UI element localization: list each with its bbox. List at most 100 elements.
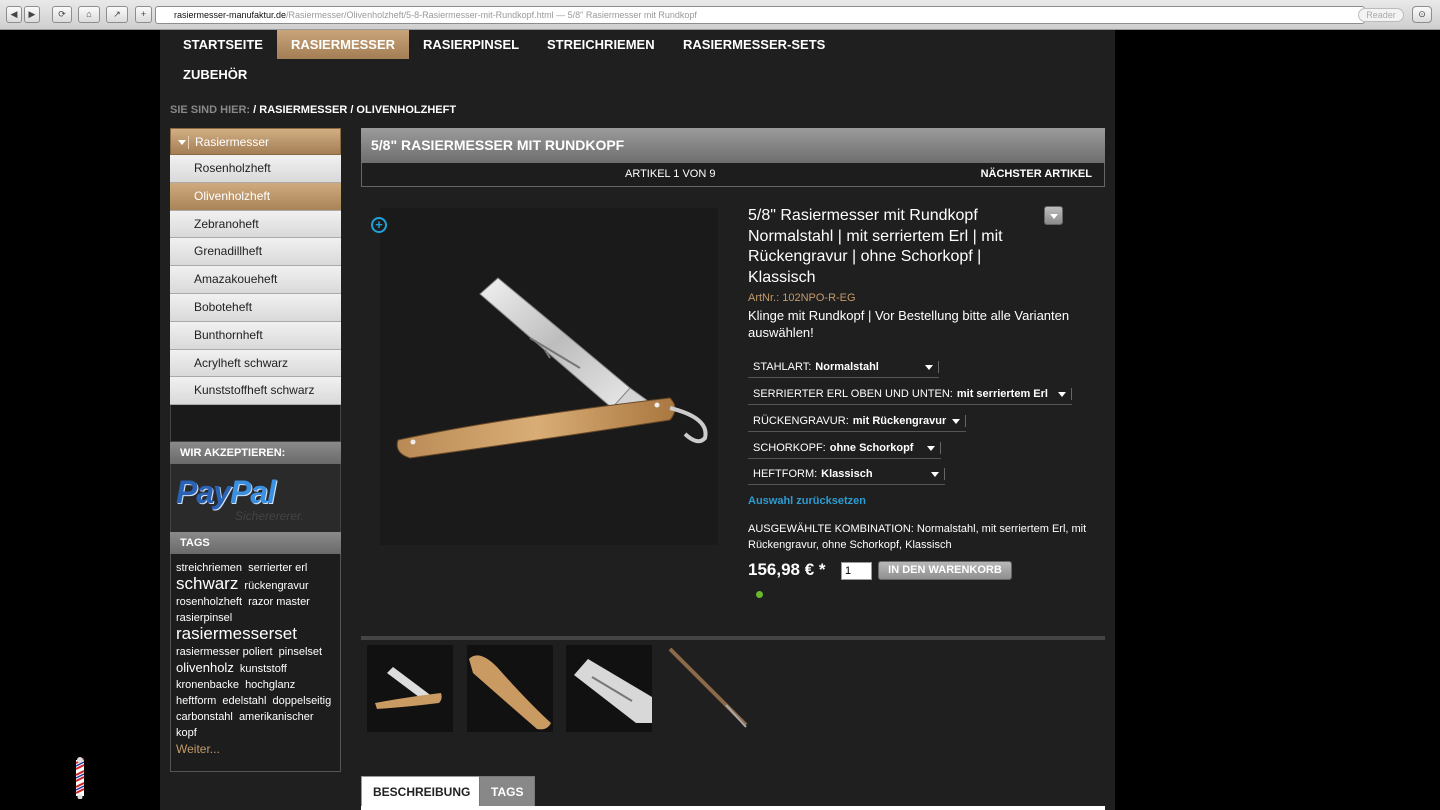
divider (943, 468, 945, 481)
divider (940, 442, 942, 455)
thumbnail-divider (361, 636, 1105, 640)
variant-value: mit Rückengravur (852, 415, 947, 427)
variant-serrierter-erl[interactable]: SERRIERTER ERL OBEN UND UNTEN: mit serrie… (748, 383, 1072, 405)
reset-selection-link[interactable]: Auswahl zurücksetzen (748, 495, 866, 507)
nav-streichriemen[interactable]: STREICHRIEMEN (547, 30, 655, 59)
variant-value: ohne Schorkopf (829, 442, 914, 454)
variant-value: Normalstahl (815, 361, 879, 373)
tag-link[interactable]: carbonstahl (176, 711, 233, 723)
paypal-box: PayPal Sicherererer. (170, 464, 341, 533)
dropdown-arrow-icon (924, 364, 933, 370)
reload-icon[interactable]: ⟳ (52, 6, 72, 23)
tag-link[interactable]: olivenholz (176, 660, 234, 675)
browser-toolbar: ◀ ▶ ⟳ ⌂ ↗ + rasiermesser-manufaktur.de/R… (0, 0, 1440, 30)
paypal-pay: Pay (176, 474, 231, 511)
forward-icon[interactable]: ▶ (24, 6, 40, 23)
chevron-down-icon[interactable] (1044, 206, 1063, 225)
divider (748, 404, 1072, 405)
sidebar-item-olivenholzheft[interactable]: Olivenholzheft (170, 182, 341, 211)
tags-head: TAGS (170, 532, 341, 555)
zoom-icon[interactable]: + (371, 217, 387, 233)
tag-link[interactable]: razor master (248, 596, 310, 608)
breadcrumb: SIE SIND HIER: / RASIERMESSER / OLIVENHO… (170, 104, 456, 116)
tag-link[interactable]: schwarz (176, 574, 238, 593)
tag-list: streichriemen serrierter erl schwarz rüc… (176, 560, 335, 741)
nav-rasierpinsel[interactable]: RASIERPINSEL (423, 30, 519, 59)
quantity-input[interactable] (841, 562, 872, 580)
variant-label: STAHLART: (753, 361, 812, 373)
nav-zubehoer[interactable]: ZUBEHÖR (183, 60, 247, 89)
sidebar-item-boboteheft[interactable]: Boboteheft (170, 293, 341, 322)
sidebar-item-rosenholzheft[interactable]: Rosenholzheft (170, 155, 341, 183)
dropdown-arrow-icon (1057, 391, 1066, 397)
tab-content-edge (361, 806, 1105, 810)
paypal-pal: Pal (229, 474, 276, 511)
sidebar-spacer (170, 405, 341, 443)
tag-link[interactable]: heftform (176, 695, 216, 707)
add-to-cart-button[interactable]: IN DEN WARENKORB (878, 561, 1012, 580)
divider (748, 377, 939, 378)
nav-rasiermesser[interactable]: RASIERMESSER (277, 30, 410, 59)
thumbnail-4[interactable] (666, 645, 752, 732)
variant-stahlart[interactable]: STAHLART: Normalstahl (748, 356, 939, 378)
tab-beschreibung[interactable]: BESCHREIBUNG (361, 776, 483, 807)
url-bar[interactable]: rasiermesser-manufaktur.de/Rasiermesser/… (155, 6, 1365, 24)
next-article-link[interactable]: NÄCHSTER ARTIKEL (981, 163, 1092, 185)
url-domain: rasiermesser-manufaktur.de (174, 10, 287, 20)
reader-button[interactable]: Reader (1358, 8, 1404, 22)
breadcrumb-label: SIE SIND HIER: (170, 104, 251, 116)
breadcrumb-path[interactable]: / RASIERMESSER / OLIVENHOLZHEFT (250, 104, 456, 116)
tag-link[interactable]: pinselset (279, 646, 322, 658)
tag-link[interactable]: doppelseitig (273, 695, 332, 707)
variant-label: SERRIERTER ERL OBEN UND UNTEN: (753, 388, 953, 400)
nav-rasiermesser-sets[interactable]: RASIERMESSER-SETS (683, 30, 825, 59)
sidebar-item-zebranoheft[interactable]: Zebranoheft (170, 210, 341, 239)
article-count: ARTIKEL 1 VON 9 (625, 168, 716, 180)
divider (748, 458, 942, 459)
product-image[interactable] (380, 208, 718, 545)
barber-pole-icon[interactable] (74, 757, 86, 799)
variant-heftform[interactable]: HEFTFORM: Klassisch (748, 463, 945, 485)
availability-dot-icon (756, 591, 763, 598)
tag-cloud: streichriemen serrierter erl schwarz rüc… (170, 554, 341, 773)
back-icon[interactable]: ◀ (6, 6, 22, 23)
tab-tags[interactable]: TAGS (479, 776, 536, 807)
tag-link[interactable]: rückengravur (244, 580, 308, 592)
tags-more-link[interactable]: Weiter... (176, 741, 335, 757)
tag-link[interactable]: edelstahl (222, 695, 266, 707)
thumbnail-1[interactable] (367, 645, 453, 732)
sidebar-item-kunststoffheft[interactable]: Kunststoffheft schwarz (170, 377, 341, 406)
tag-link[interactable]: serrierter erl (248, 562, 307, 574)
share-icon[interactable]: ↗ (106, 6, 128, 23)
tag-link[interactable]: rasiermesser poliert (176, 646, 273, 658)
dropdown-arrow-icon (927, 445, 936, 451)
sidebar-item-amazakoueheft[interactable]: Amazakoueheft (170, 266, 341, 294)
nav-startseite[interactable]: STARTSEITE (183, 30, 263, 59)
thumbnail-2[interactable] (467, 645, 553, 732)
price: 156,98 € * (748, 560, 826, 579)
variant-schorkopf[interactable]: SCHORKOPF: ohne Schorkopf (748, 437, 942, 459)
caret-down-icon (178, 140, 186, 145)
thumbnail-3[interactable] (566, 645, 652, 732)
tag-link[interactable]: hochglanz (245, 679, 295, 691)
tag-link[interactable]: rasierpinsel (176, 612, 232, 624)
variant-rueckengravur[interactable]: RÜCKENGRAVUR: mit Rückengravur (748, 410, 967, 432)
accept-head: WIR AKZEPTIEREN: (170, 442, 341, 465)
divider (188, 136, 189, 149)
sidebar-item-grenadillheft[interactable]: Grenadillheft (170, 238, 341, 267)
sidebar-item-bunthornheft[interactable]: Bunthornheft (170, 321, 341, 350)
product-title: 5/8" Rasiermesser mit Rundkopf Normalsta… (748, 207, 1003, 286)
tag-link[interactable]: kronenbacke (176, 679, 239, 691)
article-nav: ARTIKEL 1 VON 9 NÄCHSTER ARTIKEL (361, 163, 1105, 187)
sidebar-item-acrylheft[interactable]: Acrylheft schwarz (170, 349, 341, 378)
url-path: /Rasiermesser/Olivenholzheft/5-8-Rasierm… (286, 10, 697, 20)
tag-link[interactable]: kunststoff (240, 663, 287, 675)
home-icon[interactable]: ⌂ (78, 6, 100, 23)
sidebar-category-head[interactable]: Rasiermesser (170, 128, 341, 155)
tag-link[interactable]: rasiermesserset (176, 624, 297, 643)
download-icon[interactable]: ⊙ (1412, 6, 1432, 23)
variant-label: SCHORKOPF: (753, 442, 826, 454)
tag-link[interactable]: streichriemen (176, 562, 242, 574)
new-tab-icon[interactable]: + (135, 6, 152, 23)
tag-link[interactable]: rosenholzheft (176, 596, 242, 608)
